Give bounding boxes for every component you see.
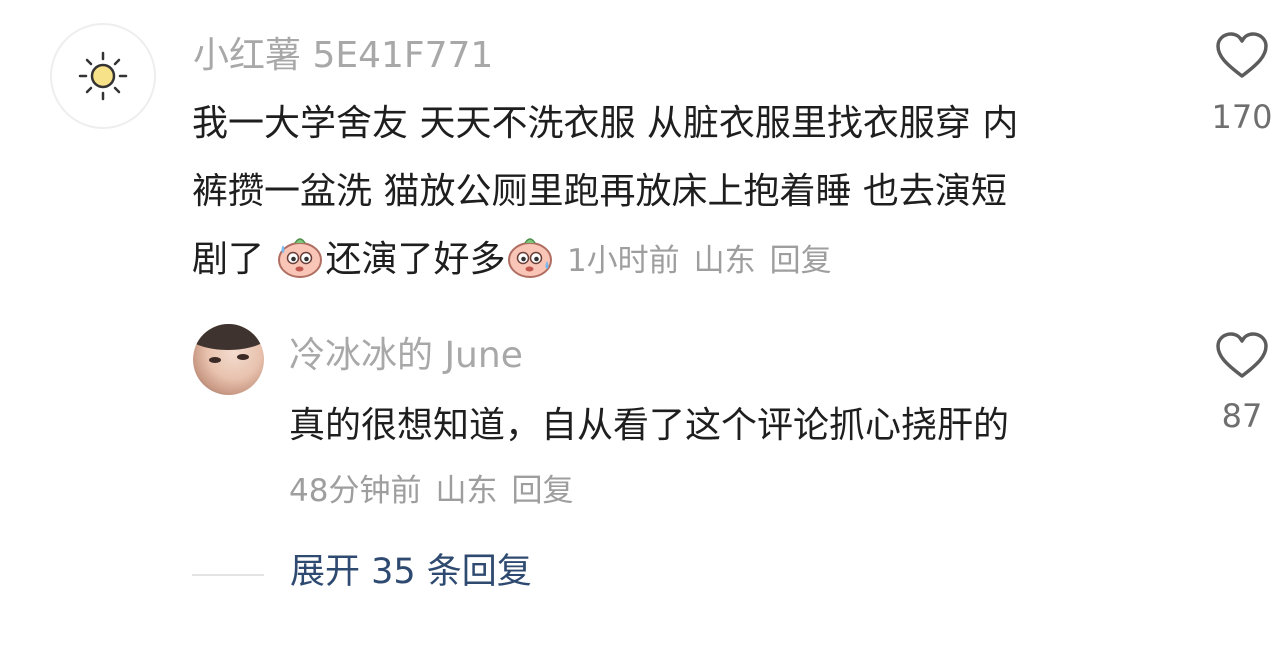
reply-username[interactable]: 冷冰冰的 June (289, 338, 523, 374)
comment-username[interactable]: 小红薯 5E41F771 (193, 38, 493, 74)
sweating-face-emoji-icon (278, 238, 323, 278)
reply-reply-button[interactable]: 回复 (511, 473, 573, 509)
reply-time: 48分钟前 (289, 473, 422, 509)
comment-reply-button[interactable]: 回复 (770, 243, 832, 279)
comment-line-2: 裤攒一盆洗 猫放公厕里跑再放床上抱着睡 也去演短 (192, 171, 1007, 212)
sun-icon (78, 51, 128, 101)
reply-meta: 48分钟前 山东 回复 (289, 476, 573, 507)
heart-icon[interactable] (1214, 30, 1270, 80)
comment-line-3-mid: 还演了好多 (325, 239, 506, 280)
reply-body: 真的很想知道，自从看了这个评论抓心挠肝的 (289, 405, 1010, 446)
comment-body: 我一大学舍友 天天不洗衣服 从脏衣服里找衣服穿 内 裤攒一盆洗 猫放公厕里跑再放… (192, 90, 1018, 294)
comment-meta: 1小时前 山东 回复 (567, 243, 832, 279)
comment-location: 山东 (693, 243, 756, 279)
divider (192, 574, 264, 576)
sweating-face-emoji-icon (508, 238, 553, 278)
expand-replies-button[interactable]: 展开 35 条回复 (290, 555, 532, 590)
comment-time: 1小时前 (566, 243, 680, 279)
avatar[interactable] (50, 23, 156, 129)
heart-icon[interactable] (1214, 330, 1270, 380)
reply-like-count: 87 (1221, 397, 1263, 435)
comment-line-3-text: 剧了 (192, 239, 265, 280)
reply-avatar[interactable] (193, 324, 264, 395)
comment-like-count: 170 (1211, 98, 1273, 136)
comment-line-3: 剧了 还演了好多 1小时前 山东 回复 (192, 226, 1018, 294)
comment-line-1: 我一大学舍友 天天不洗衣服 从脏衣服里找衣服穿 内 (192, 103, 1019, 144)
reply-location: 山东 (435, 473, 498, 509)
